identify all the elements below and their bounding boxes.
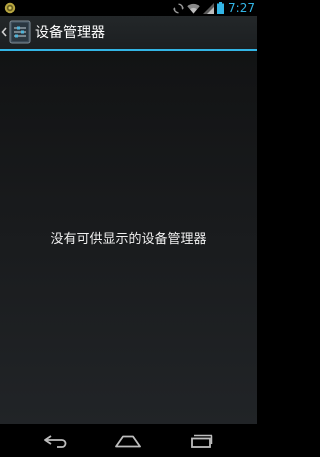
status-clock: 7:27 — [228, 1, 255, 15]
notification-icon — [4, 2, 16, 14]
home-icon — [115, 435, 141, 447]
back-icon — [44, 434, 67, 448]
recent-apps-icon — [191, 434, 213, 448]
empty-message: 没有可供显示的设备管理器 — [50, 232, 207, 247]
navigation-bar — [0, 424, 257, 457]
back-button[interactable] — [27, 424, 87, 457]
status-bar: 7:27 — [0, 0, 257, 16]
signal-icon — [203, 2, 215, 14]
settings-app-icon — [9, 20, 31, 44]
battery-icon — [217, 2, 225, 14]
up-caret-icon — [1, 27, 7, 37]
recent-apps-button[interactable] — [171, 424, 231, 457]
page-title: 设备管理器 — [35, 25, 105, 41]
sync-icon — [173, 3, 185, 13]
status-icons: 7:27 — [173, 0, 255, 16]
wifi-icon — [187, 3, 200, 14]
home-button[interactable] — [98, 424, 158, 457]
